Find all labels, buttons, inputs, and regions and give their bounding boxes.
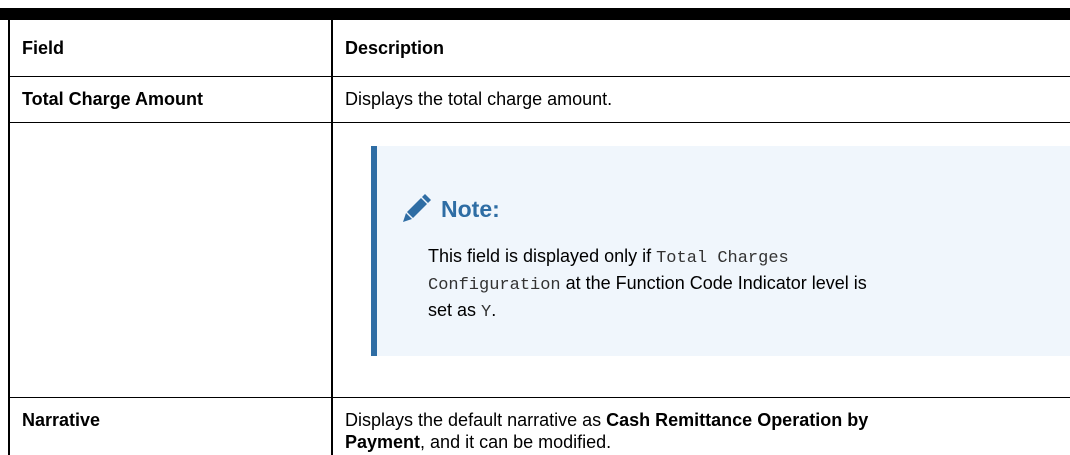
note-accent-bar xyxy=(371,146,377,356)
code-text: Y xyxy=(481,303,492,322)
note-title: Note: xyxy=(441,196,500,222)
header-row-divider xyxy=(8,76,1070,77)
code-text: Configuration xyxy=(428,276,561,295)
table-left-border xyxy=(8,20,10,455)
note-text: This field is displayed only if Total Ch… xyxy=(428,246,867,322)
field-name: Total Charge Amount xyxy=(22,89,203,109)
note-callout: Note: This field is displayed only if To… xyxy=(371,146,1070,356)
row-divider xyxy=(8,397,1070,398)
field-name: Narrative xyxy=(22,410,101,430)
column-header-field: Field xyxy=(22,38,65,58)
pencil-icon xyxy=(403,194,431,222)
table-top-border xyxy=(0,8,1070,20)
column-header-description: Description xyxy=(345,38,445,58)
code-text: Total Charges xyxy=(656,249,789,268)
column-divider xyxy=(331,20,333,455)
field-description: Displays the total charge amount. xyxy=(345,89,613,109)
field-description: Displays the default narrative as Cash R… xyxy=(345,410,869,452)
row-divider xyxy=(8,122,1070,123)
